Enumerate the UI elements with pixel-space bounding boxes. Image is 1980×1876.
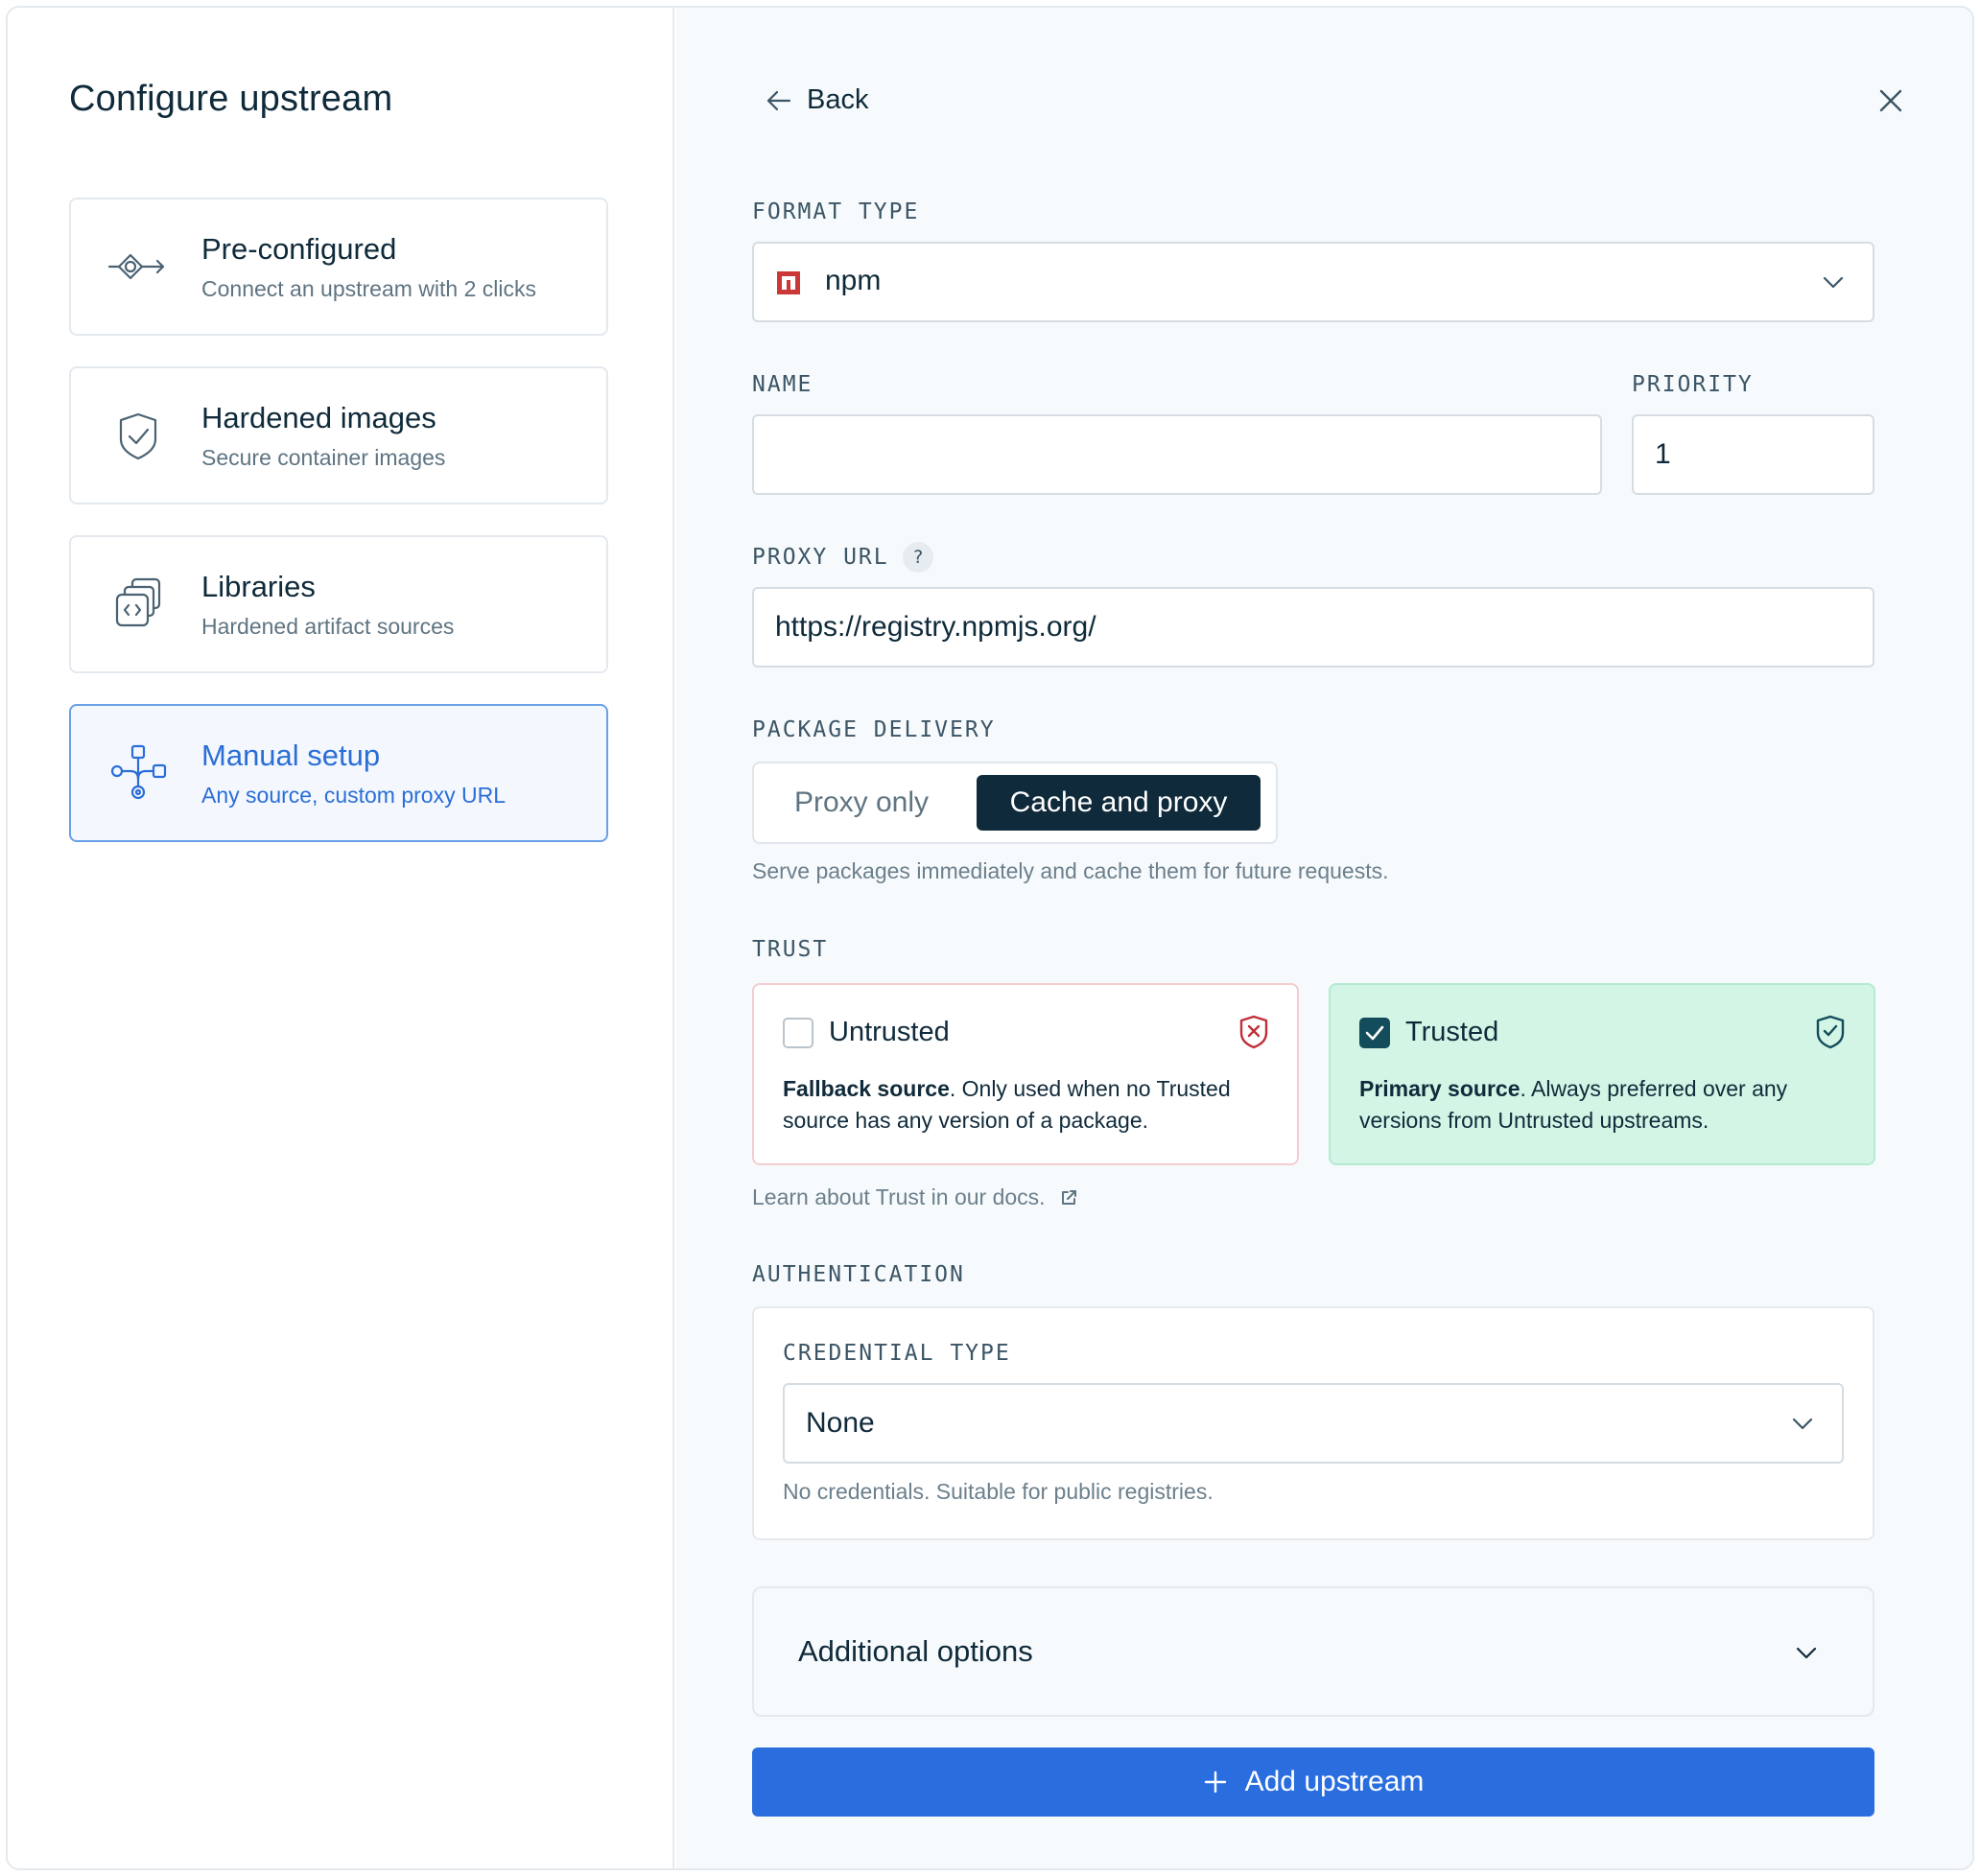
- option-manual-setup[interactable]: Manual setup Any source, custom proxy UR…: [69, 704, 608, 842]
- format-type-label: FORMAT TYPE: [752, 199, 920, 224]
- connector-icon: [107, 253, 165, 280]
- format-type-select[interactable]: npm: [752, 242, 1874, 322]
- package-delivery-label: PACKAGE DELIVERY: [752, 717, 996, 742]
- format-type-value: npm: [825, 265, 882, 296]
- arrow-left-icon: [766, 90, 791, 110]
- network-nodes-icon: [110, 744, 167, 800]
- trusted-title: Trusted: [1405, 1017, 1499, 1047]
- untrusted-title: Untrusted: [829, 1017, 950, 1047]
- add-upstream-label: Add upstream: [1244, 1766, 1425, 1797]
- credential-helper-text: No credentials. Suitable for public regi…: [783, 1479, 1214, 1504]
- proxy-url-label: PROXY URL: [752, 545, 889, 570]
- trusted-checkbox[interactable]: [1359, 1018, 1390, 1048]
- trusted-description: Primary source. Always preferred over an…: [1359, 1076, 1788, 1133]
- plus-icon: [1204, 1770, 1226, 1794]
- trust-docs-link[interactable]: Learn about Trust in our docs.: [752, 1184, 1078, 1210]
- option-libraries[interactable]: Libraries Hardened artifact sources: [69, 535, 608, 673]
- name-input[interactable]: [752, 414, 1602, 495]
- additional-options-label: Additional options: [798, 1634, 1033, 1668]
- close-icon[interactable]: [1876, 86, 1905, 115]
- trust-option-untrusted[interactable]: Untrusted Fallback source. Only used whe…: [752, 983, 1299, 1165]
- external-link-icon: [1061, 1189, 1076, 1205]
- package-delivery-toggle: Proxy only Cache and proxy: [752, 762, 1278, 844]
- additional-options-accordion[interactable]: Additional options: [752, 1586, 1874, 1717]
- back-button[interactable]: Back: [765, 84, 868, 116]
- sidebar: Configure upstream Pre-configured Connec…: [8, 8, 674, 1868]
- delivery-proxy-only[interactable]: Proxy only: [767, 775, 955, 831]
- add-upstream-button[interactable]: Add upstream: [752, 1747, 1874, 1817]
- name-label: NAME: [752, 372, 813, 397]
- chevron-down-icon: [1792, 1418, 1813, 1430]
- credential-type-value: None: [806, 1407, 875, 1439]
- option-hardened-images[interactable]: Hardened images Secure container images: [69, 366, 608, 504]
- option-pre-configured[interactable]: Pre-configured Connect an upstream with …: [69, 198, 608, 336]
- untrusted-description: Fallback source. Only used when no Trust…: [783, 1076, 1231, 1133]
- help-icon[interactable]: ?: [903, 542, 933, 573]
- back-label: Back: [807, 84, 869, 115]
- priority-label: PRIORITY: [1632, 372, 1754, 397]
- option-title: Hardened images: [201, 401, 436, 434]
- delivery-cache-and-proxy[interactable]: Cache and proxy: [977, 775, 1261, 831]
- untrusted-checkbox[interactable]: [783, 1018, 813, 1048]
- priority-input[interactable]: 1: [1632, 414, 1874, 495]
- option-subtitle: Connect an upstream with 2 clicks: [201, 276, 536, 301]
- npm-logo-icon: [777, 271, 800, 294]
- trust-option-trusted[interactable]: Trusted Primary source. Always preferred…: [1329, 983, 1875, 1165]
- option-title: Libraries: [201, 570, 316, 603]
- configure-upstream-dialog: Configure upstream Pre-configured Connec…: [6, 6, 1974, 1870]
- proxy-url-input[interactable]: https://registry.npmjs.org/: [752, 587, 1874, 668]
- sidebar-title: Configure upstream: [69, 79, 393, 119]
- chevron-down-icon: [1796, 1647, 1817, 1659]
- checkmark-icon: [1365, 1025, 1384, 1041]
- proxy-url-value: https://registry.npmjs.org/: [775, 611, 1096, 643]
- option-subtitle: Any source, custom proxy URL: [201, 783, 507, 808]
- option-subtitle: Secure container images: [201, 445, 446, 470]
- manual-setup-form: Back FORMAT TYPE npm NAME PRIORITY 1 PRO…: [676, 8, 1972, 1868]
- option-subtitle: Hardened artifact sources: [201, 614, 455, 639]
- authentication-label: AUTHENTICATION: [752, 1262, 965, 1287]
- chevron-down-icon: [1823, 276, 1844, 289]
- shield-check-icon: [1816, 1015, 1845, 1049]
- option-title: Pre-configured: [201, 232, 397, 266]
- authentication-panel: CREDENTIAL TYPE None No credentials. Sui…: [752, 1306, 1874, 1540]
- shield-check-icon: [119, 412, 157, 460]
- credential-type-select[interactable]: None: [783, 1383, 1844, 1464]
- trust-docs-link-text: Learn about Trust in our docs.: [752, 1184, 1046, 1209]
- shield-x-icon: [1239, 1015, 1268, 1049]
- option-title: Manual setup: [201, 739, 381, 772]
- code-stack-icon: [115, 577, 161, 627]
- priority-value: 1: [1655, 438, 1671, 470]
- delivery-helper-text: Serve packages immediately and cache the…: [752, 858, 1389, 883]
- credential-type-label: CREDENTIAL TYPE: [783, 1341, 1011, 1366]
- trust-label: TRUST: [752, 937, 829, 962]
